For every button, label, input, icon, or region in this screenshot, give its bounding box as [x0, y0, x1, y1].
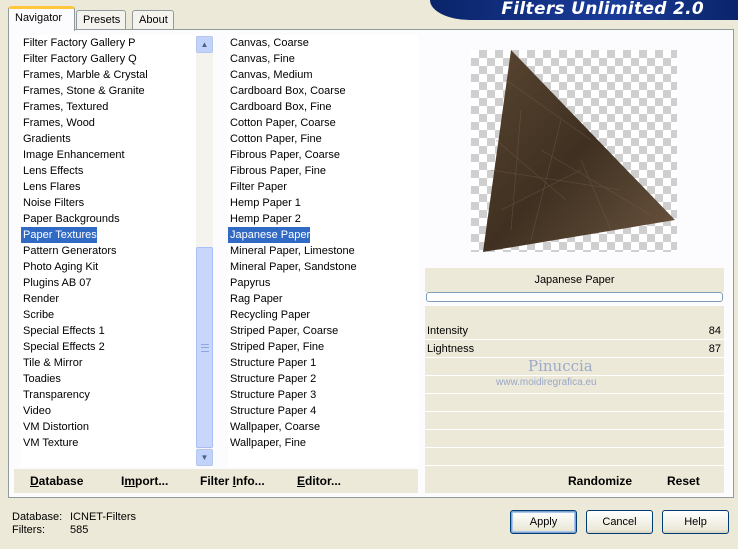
grip-icon [201, 344, 209, 352]
filter-item[interactable]: Cotton Paper, Fine [228, 131, 418, 147]
param-empty [425, 395, 724, 412]
editor-button[interactable]: Editor... [297, 474, 341, 488]
category-item[interactable]: Gradients [21, 131, 196, 147]
list-toolbar: Database Import... Filter Info... Editor… [14, 469, 418, 493]
category-item[interactable]: VM Distortion [21, 419, 196, 435]
param-label: Lightness [427, 343, 475, 355]
filter-item[interactable]: Striped Paper, Fine [228, 339, 418, 355]
param-empty [425, 449, 724, 466]
filter-item[interactable]: Structure Paper 2 [228, 371, 418, 387]
filter-item[interactable]: Filter Paper [228, 179, 418, 195]
filter-item[interactable]: Hemp Paper 2 [228, 211, 418, 227]
param-value: 87 [708, 343, 721, 355]
category-item[interactable]: Paper Backgrounds [21, 211, 196, 227]
category-item[interactable]: Frames, Marble & Crystal [21, 67, 196, 83]
category-item[interactable]: Photo Aging Kit [21, 259, 196, 275]
category-item[interactable]: Noise Filters [21, 195, 196, 211]
param-value: 84 [708, 325, 721, 337]
filter-item[interactable]: Structure Paper 1 [228, 355, 418, 371]
param-label: Intensity [427, 325, 468, 337]
filter-item[interactable]: Canvas, Fine [228, 51, 418, 67]
filter-item[interactable]: Canvas, Medium [228, 67, 418, 83]
database-button[interactable]: Database [30, 474, 83, 488]
category-item[interactable]: Frames, Stone & Granite [21, 83, 196, 99]
randomize-button[interactable]: Randomize [568, 474, 632, 488]
chevron-up-icon: ▲ [200, 40, 209, 49]
filter-item[interactable]: Structure Paper 4 [228, 403, 418, 419]
param-empty [425, 431, 724, 448]
watermark-site: www.moidiregrafica.eu [496, 377, 597, 388]
filter-item[interactable]: Striped Paper, Coarse [228, 323, 418, 339]
filter-item[interactable]: Wallpaper, Fine [228, 435, 418, 451]
category-item[interactable]: Pattern Generators [21, 243, 196, 259]
category-item[interactable]: Transparency [21, 387, 196, 403]
reset-button[interactable]: Reset [667, 474, 700, 488]
scroll-up-button[interactable]: ▲ [196, 36, 213, 53]
app-title: Filters Unlimited 2.0 [501, 0, 704, 19]
filter-item[interactable]: Hemp Paper 1 [228, 195, 418, 211]
filter-item[interactable]: Recycling Paper [228, 307, 418, 323]
help-button[interactable]: Help [662, 510, 729, 534]
category-item[interactable]: Filter Factory Gallery Q [21, 51, 196, 67]
scroll-thumb[interactable] [196, 247, 213, 448]
category-item[interactable]: Frames, Wood [21, 115, 196, 131]
filters-count: 585 [70, 524, 89, 536]
preview-filter-name: Japanese Paper [425, 268, 724, 292]
category-item[interactable]: Special Effects 2 [21, 339, 196, 355]
category-item[interactable]: Lens Flares [21, 179, 196, 195]
filter-info-button[interactable]: Filter Info... [200, 474, 265, 488]
category-item[interactable]: Toadies [21, 371, 196, 387]
category-item[interactable]: Plugins AB 07 [21, 275, 196, 291]
filter-item[interactable]: Fibrous Paper, Fine [228, 163, 418, 179]
param-lightness[interactable]: Lightness 87 [425, 341, 724, 358]
category-item[interactable]: Tile & Mirror [21, 355, 196, 371]
category-scrollbar[interactable]: ▲ ▼ [196, 36, 213, 466]
category-item[interactable]: Paper Textures [21, 227, 97, 243]
apply-button[interactable]: Apply [510, 510, 577, 534]
param-intensity[interactable]: Intensity 84 [425, 323, 724, 340]
category-item[interactable]: Scribe [21, 307, 196, 323]
filter-item[interactable]: Canvas, Coarse [228, 35, 418, 51]
scroll-down-button[interactable]: ▼ [196, 449, 213, 466]
filter-item[interactable]: Wallpaper, Coarse [228, 419, 418, 435]
category-item[interactable]: Filter Factory Gallery P [21, 35, 196, 51]
filter-item[interactable]: Structure Paper 3 [228, 387, 418, 403]
filter-item[interactable]: Cotton Paper, Coarse [228, 115, 418, 131]
filter-item[interactable]: Fibrous Paper, Coarse [228, 147, 418, 163]
filter-item[interactable]: Papyrus [228, 275, 418, 291]
filter-item[interactable]: Mineral Paper, Limestone [228, 243, 418, 259]
param-empty [425, 413, 724, 430]
filter-item[interactable]: Japanese Paper [228, 227, 311, 243]
import-button[interactable]: Import... [121, 474, 168, 488]
preview-area [425, 36, 724, 268]
category-item[interactable]: Frames, Textured [21, 99, 196, 115]
category-item[interactable]: Render [21, 291, 196, 307]
watermark-name: Pinuccia [528, 357, 593, 375]
filter-list[interactable]: Canvas, Coarse Canvas, Fine Canvas, Medium… [228, 35, 418, 467]
category-item[interactable]: Special Effects 1 [21, 323, 196, 339]
parameter-panel: Intensity 84 Lightness 87 [425, 306, 724, 492]
tab-presets[interactable]: Presets [76, 10, 126, 30]
category-list[interactable]: Filter Factory Gallery P Filter Factory G… [21, 35, 196, 467]
progress-bar [426, 292, 723, 302]
category-item[interactable]: VM Texture [21, 435, 196, 451]
database-label: Database: [12, 511, 63, 523]
filters-label: Filters: [12, 524, 45, 536]
filter-item[interactable]: Rag Paper [228, 291, 418, 307]
filter-item[interactable]: Cardboard Box, Coarse [228, 83, 418, 99]
chevron-down-icon: ▼ [200, 453, 209, 462]
title-banner: Filters Unlimited 2.0 [430, 0, 738, 20]
category-item[interactable]: Video [21, 403, 196, 419]
database-value: ICNET-Filters [70, 511, 136, 523]
filter-item[interactable]: Mineral Paper, Sandstone [228, 259, 418, 275]
filter-item[interactable]: Cardboard Box, Fine [228, 99, 418, 115]
cancel-button[interactable]: Cancel [586, 510, 653, 534]
tab-navigator[interactable]: Navigator [8, 6, 75, 31]
preview-image [483, 50, 675, 252]
category-item[interactable]: Lens Effects [21, 163, 196, 179]
tab-about[interactable]: About [132, 10, 174, 30]
status-info: Database: ICNET-Filters Filters: 585 [12, 511, 136, 537]
category-item[interactable]: Image Enhancement [21, 147, 196, 163]
preview-toolbar: Randomize Reset [425, 469, 724, 493]
